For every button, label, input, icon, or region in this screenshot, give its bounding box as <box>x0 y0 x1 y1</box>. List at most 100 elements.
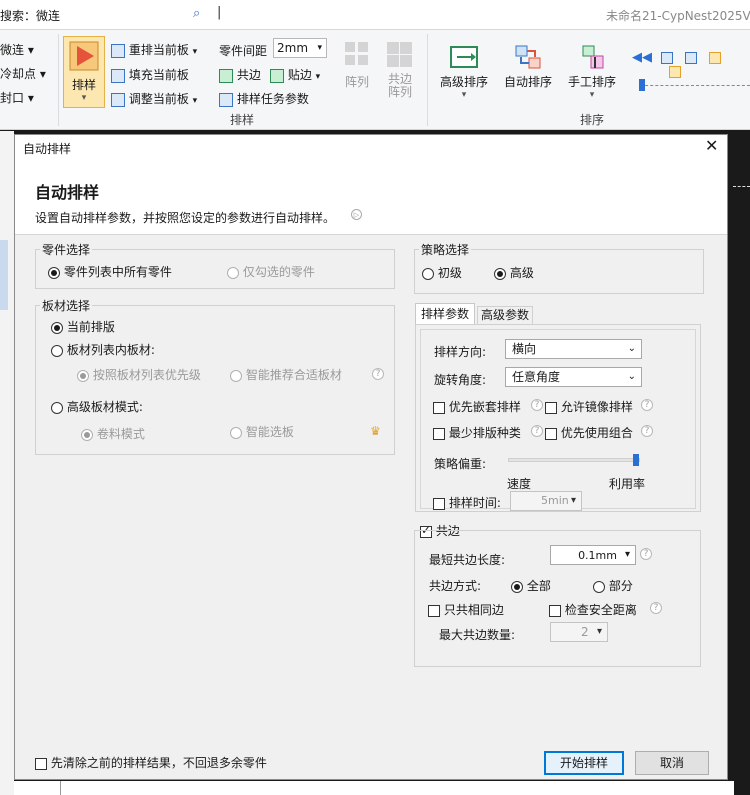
array-button[interactable]: 阵列 <box>342 40 372 90</box>
nest-button[interactable]: 排样 ▾ <box>63 36 105 108</box>
ribbon-toolbar: 微连 ▾ 冷却点 ▾ 封口 ▾ 排样 ▾ 重排当前板 ▾ 填充当前板 调整当前板… <box>0 30 750 130</box>
sort-step-slider-thumb[interactable] <box>639 79 645 91</box>
left-panel-edge <box>0 131 14 795</box>
help-icon[interactable]: ? <box>641 399 653 411</box>
sort-step-icons <box>661 50 741 78</box>
play-hint-icon[interactable]: ▷ <box>351 209 362 220</box>
manual-sort-button[interactable]: 手工排序 ▾ <box>566 44 618 100</box>
common-array-icon <box>387 42 412 67</box>
stick-edge-icon <box>270 68 284 83</box>
cancel-button[interactable]: 取消 <box>635 751 709 775</box>
help-icon[interactable]: ? <box>650 602 662 614</box>
rotation-select[interactable]: 任意角度 ⌄ <box>505 367 642 387</box>
search-input[interactable]: 微连 <box>36 9 60 23</box>
min-common-length-label: 最短共边长度: <box>429 553 506 567</box>
nest-play-icon <box>69 41 99 71</box>
strategy-legend: 策略选择 <box>419 241 472 258</box>
task-params-icon <box>219 92 233 107</box>
sort-step-slider[interactable] <box>640 85 750 89</box>
radio-advanced-sheet-mode[interactable]: 高级板材模式: <box>51 398 143 415</box>
stick-edge-toggle[interactable]: 贴边 ▾ <box>270 66 320 83</box>
check-min-types[interactable]: 最少排版种类 <box>433 424 521 441</box>
radio-current-sheet[interactable]: 当前排版 <box>51 318 115 335</box>
check-nest-time[interactable]: 排样时间: <box>433 494 501 511</box>
radio-smart-select[interactable]: 智能选板 <box>230 423 294 440</box>
text-cursor: | <box>217 5 222 20</box>
step-icon-2[interactable] <box>684 51 697 64</box>
group-separator <box>427 34 428 126</box>
help-icon[interactable]: ? <box>641 425 653 437</box>
radio-by-priority[interactable]: 按照板材列表优先级 <box>77 366 201 383</box>
check-prefer-combo[interactable]: 优先使用组合 <box>545 424 633 441</box>
advanced-sort-button[interactable]: 高级排序 ▾ <box>437 44 491 100</box>
document-title: 未命名21-CypNest2025V1 <box>606 9 750 23</box>
help-icon[interactable]: ? <box>531 425 543 437</box>
part-selection-group: 零件选择 零件列表中所有零件 仅勾选的零件 <box>35 241 395 289</box>
radio-strategy-basic[interactable]: 初级 <box>422 264 462 281</box>
direction-select[interactable]: 横向 ⌄ <box>505 339 642 359</box>
search-label: 搜索： <box>0 9 37 23</box>
step-icon-4[interactable] <box>669 65 681 78</box>
nest-time-select[interactable]: 5min ▾ <box>510 491 582 511</box>
first-step-icon[interactable]: ◀◀ <box>632 50 652 65</box>
status-strip <box>14 781 734 795</box>
nest-task-params[interactable]: 排样任务参数 <box>219 90 309 107</box>
bias-slider-thumb[interactable] <box>633 454 639 466</box>
common-edge-toggle[interactable]: 共边 <box>219 66 261 83</box>
common-array-button[interactable]: 共边 阵列 <box>384 40 416 99</box>
check-safe-distance[interactable]: 检查安全距离 <box>549 601 637 618</box>
radio-common-part[interactable]: 部分 <box>593 577 633 594</box>
help-icon[interactable]: ? <box>640 548 652 560</box>
group-separator <box>58 34 59 126</box>
sheet-selection-group: 板材选择 当前排版 板材列表内板材: 按照板材列表优先级 智能推荐合适板材 ? … <box>35 297 395 455</box>
auto-sort-icon <box>515 45 541 69</box>
part-spacing-select[interactable]: 2mm ▾ <box>273 38 327 58</box>
fill-sheet-icon <box>111 68 125 83</box>
check-same-edge-only[interactable]: 只共相同边 <box>428 601 504 618</box>
tab-advanced-params[interactable]: 高级参数 <box>477 306 533 325</box>
start-nest-button[interactable]: 开始排样 <box>544 751 624 775</box>
search-icon[interactable]: ⌕ <box>193 6 200 21</box>
radio-checked-parts[interactable]: 仅勾选的零件 <box>227 263 315 280</box>
dialog-heading: 自动排样 <box>35 183 100 202</box>
check-clear-previous[interactable]: 先清除之前的排样结果，不回退多余零件 <box>35 754 267 771</box>
nest-group-label: 排样 <box>230 113 255 127</box>
dialog-description: 设置自动排样参数，并按照您设定的参数进行自动排样。 <box>35 211 336 225</box>
ribbon-item-microjoint[interactable]: 微连 ▾ <box>0 41 34 58</box>
direction-label: 排样方向: <box>434 345 487 359</box>
close-icon[interactable]: ✕ <box>705 136 718 155</box>
array-icon <box>345 42 368 65</box>
max-common-count-select[interactable]: 2 ▾ <box>550 622 608 642</box>
radio-coil-mode[interactable]: 卷料模式 <box>81 425 145 442</box>
help-icon[interactable]: ? <box>531 399 543 411</box>
redo-sheet-icon <box>111 43 125 58</box>
step-icon-1[interactable] <box>661 51 673 64</box>
fill-current-sheet[interactable]: 填充当前板 <box>111 66 189 83</box>
tab-nest-params[interactable]: 排样参数 <box>415 303 475 325</box>
auto-sort-button[interactable]: 自动排序 <box>502 44 554 90</box>
max-common-count-label: 最大共边数量: <box>439 628 516 642</box>
check-nested-first[interactable]: 优先嵌套排样 <box>433 398 521 415</box>
ribbon-item-cooling-point[interactable]: 冷却点 ▾ <box>0 65 46 82</box>
bias-slider[interactable] <box>508 454 640 466</box>
min-common-length-input[interactable]: 0.1mm ▾ <box>550 545 636 565</box>
adjust-sheet-icon <box>111 92 125 107</box>
radio-sheet-list[interactable]: 板材列表内板材: <box>51 341 155 358</box>
radio-common-all[interactable]: 全部 <box>511 577 551 594</box>
rotation-label: 旋转角度: <box>434 373 487 387</box>
radio-all-parts[interactable]: 零件列表中所有零件 <box>48 263 172 280</box>
ribbon-item-seal[interactable]: 封口 ▾ <box>0 89 34 106</box>
help-icon[interactable]: ? <box>372 368 384 380</box>
step-icon-3[interactable] <box>708 51 721 64</box>
canvas-edge <box>733 186 750 188</box>
search-box[interactable]: 搜索：微连 <box>0 7 190 25</box>
redo-current-sheet[interactable]: 重排当前板 ▾ <box>111 41 197 58</box>
nest-params-panel: 排样方向: 横向 ⌄ 旋转角度: 任意角度 ⌄ 优先嵌套排样 ? 允许镜像排样 ? … <box>415 324 701 512</box>
adjust-current-sheet[interactable]: 调整当前板 ▾ <box>111 90 197 107</box>
dialog-header: 自动排样 设置自动排样参数，并按照您设定的参数进行自动排样。 ▷ <box>15 159 727 235</box>
radio-strategy-advanced[interactable]: 高级 <box>494 264 534 281</box>
part-spacing-label: 零件间距 <box>219 44 268 58</box>
check-allow-mirror[interactable]: 允许镜像排样 <box>545 398 633 415</box>
radio-smart-recommend[interactable]: 智能推荐合适板材 <box>230 366 342 383</box>
common-mode-label: 共边方式: <box>429 579 482 593</box>
